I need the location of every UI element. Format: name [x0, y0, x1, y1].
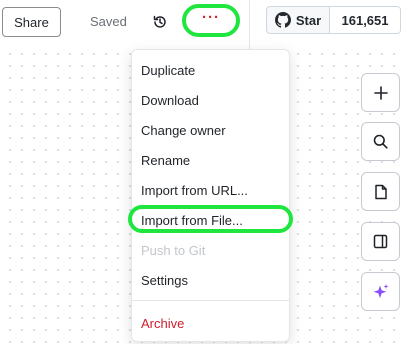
search-button[interactable] [361, 122, 400, 161]
menu-item-import-from-url[interactable]: Import from URL... [141, 183, 248, 198]
menu-item-download[interactable]: Download [141, 93, 199, 108]
more-icon: ··· [202, 9, 220, 26]
menu-item-archive[interactable]: Archive [141, 316, 184, 331]
add-button[interactable] [361, 73, 400, 112]
plus-icon [373, 85, 388, 100]
menu-item-duplicate[interactable]: Duplicate [141, 63, 195, 78]
menu-item-settings[interactable]: Settings [141, 273, 188, 288]
github-star-widget: Star 161,651 [266, 6, 401, 34]
github-star-button[interactable]: Star [267, 7, 330, 33]
github-star-count[interactable]: 161,651 [330, 7, 400, 33]
sparkle-icon [373, 283, 388, 298]
file-icon [374, 184, 387, 199]
ai-assistant-button[interactable] [361, 272, 400, 311]
more-options-menu: Duplicate Download Change owner Rename I… [131, 49, 290, 342]
menu-item-rename[interactable]: Rename [141, 153, 190, 168]
saved-status: Saved [90, 14, 127, 29]
highlight-ring [128, 205, 293, 233]
github-icon [274, 12, 291, 28]
history-icon[interactable] [151, 13, 169, 31]
github-star-label: Star [295, 12, 322, 28]
menu-divider [132, 300, 289, 301]
more-options-button[interactable]: ··· [182, 4, 240, 37]
search-icon [373, 134, 388, 149]
panel-icon [373, 234, 388, 249]
top-bar: Share Saved ··· Star 161,651 [0, 0, 405, 44]
menu-item-push-to-git: Push to Git [141, 243, 206, 258]
menu-item-change-owner[interactable]: Change owner [141, 123, 226, 138]
toggle-panel-button[interactable] [361, 222, 400, 261]
page-button[interactable] [361, 172, 400, 211]
share-button[interactable]: Share [2, 7, 61, 37]
